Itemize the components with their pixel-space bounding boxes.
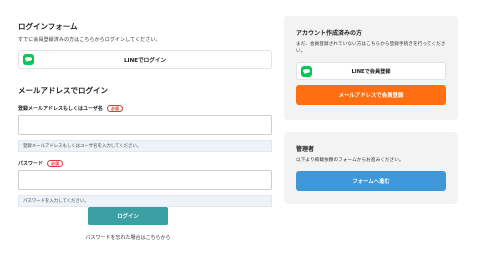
register-card: アカウント作成済みの方 まだ、会員登録されていない方はこちらから登録手続きを行っ… xyxy=(284,16,458,120)
register-description: まだ、会員登録されていない方はこちらから登録手続きを行ってください。 xyxy=(296,42,446,54)
email-hint: 登録メールアドレスもしくはユーザ名を入力してください。 xyxy=(18,140,272,152)
admin-card: 管理者 以下より掲載依頼のフォームからお進みください。 フォームへ進む xyxy=(284,132,458,204)
line-login-button[interactable]: LINEでログイン xyxy=(18,50,272,69)
line-register-button[interactable]: LINEで会員登録 xyxy=(296,62,446,80)
password-label-text: パスワード xyxy=(18,161,44,167)
line-icon xyxy=(301,66,312,77)
login-button[interactable]: ログイン xyxy=(88,207,168,225)
password-field-label: パスワード 必須 xyxy=(18,160,272,167)
page: ログインフォーム すでに会員登録済みの方はこちらからログインしてください。 LI… xyxy=(0,0,480,271)
line-register-label: LINEで会員登録 xyxy=(351,68,391,75)
login-column: ログインフォーム すでに会員登録済みの方はこちらからログインしてください。 LI… xyxy=(18,21,272,207)
email-label-text: 登録メールアドレスもしくはユーザ名 xyxy=(18,106,103,112)
side-column: アカウント作成済みの方 まだ、会員登録されていない方はこちらから登録手続きを行っ… xyxy=(284,16,458,204)
admin-form-label: フォームへ進む xyxy=(352,179,390,185)
required-badge: 必須 xyxy=(47,160,64,167)
email-field-label: 登録メールアドレスもしくはユーザ名 必須 xyxy=(18,105,272,112)
admin-title: 管理者 xyxy=(296,146,315,153)
email-register-label: メールアドレスで会員登録 xyxy=(338,93,404,99)
forgot-password-link[interactable]: パスワードを忘れた場合はこちらから xyxy=(66,234,190,241)
password-input[interactable] xyxy=(18,170,272,190)
login-description: すでに会員登録済みの方はこちらからログインしてください。 xyxy=(18,37,161,43)
email-input[interactable] xyxy=(18,115,272,135)
line-login-label: LINEでログイン xyxy=(123,57,167,64)
register-title: アカウント作成済みの方 xyxy=(296,30,363,37)
required-badge: 必須 xyxy=(106,105,123,112)
admin-description: 以下より掲載依頼のフォームからお進みください。 xyxy=(296,158,404,163)
login-title: ログインフォーム xyxy=(18,22,78,31)
admin-form-button[interactable]: フォームへ進む xyxy=(296,171,446,191)
login-button-label: ログイン xyxy=(117,214,139,220)
line-icon xyxy=(23,54,34,65)
password-hint: パスワードを入力してください。 xyxy=(18,195,272,207)
email-login-title: メールアドレスでログイン xyxy=(18,86,108,95)
email-register-button[interactable]: メールアドレスで会員登録 xyxy=(296,85,446,105)
